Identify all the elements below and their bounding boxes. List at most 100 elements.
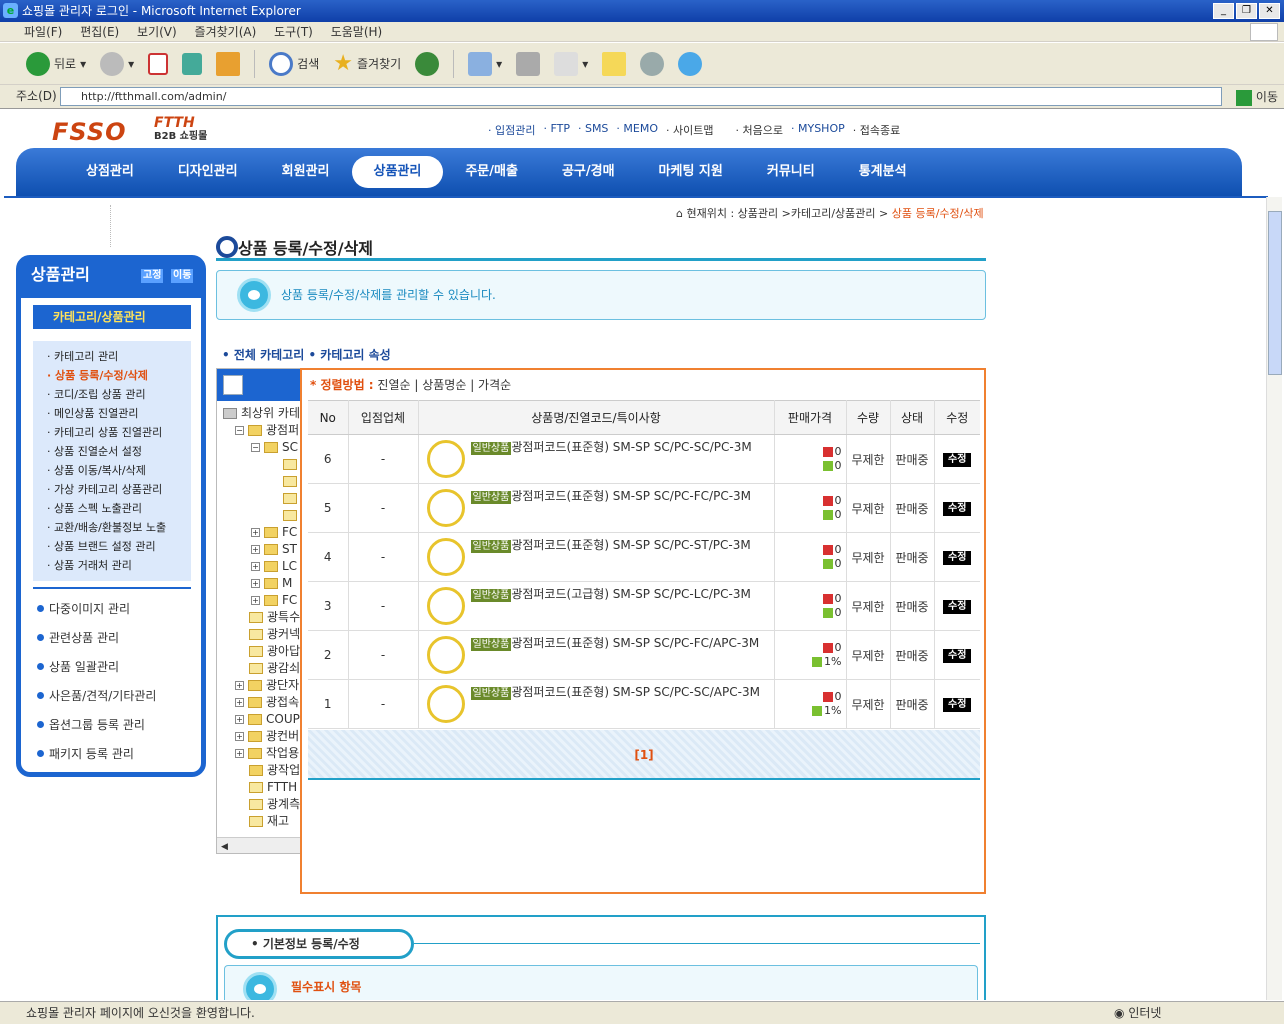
research-button[interactable] (636, 48, 668, 80)
go-button[interactable]: 이동 (1236, 86, 1278, 108)
nav-product[interactable]: 상품관리 (351, 156, 444, 188)
tree-node[interactable]: − 광점퍼 (223, 422, 305, 439)
tree-node[interactable]: 광특수 (223, 609, 305, 626)
menu-help[interactable]: 도움말(H) (331, 25, 383, 39)
nav-stats[interactable]: 통계분석 (837, 156, 929, 188)
search-button[interactable]: 검색 (265, 48, 323, 80)
menu-favorites[interactable]: 즐겨찾기(A) (195, 25, 257, 39)
product-thumbnail[interactable] (426, 685, 465, 723)
product-thumbnail[interactable] (426, 538, 465, 576)
fix-button[interactable]: 고정 (141, 269, 164, 283)
tree-node[interactable]: 광작업 (223, 762, 305, 779)
page-vscrollbar[interactable] (1266, 197, 1282, 1000)
menu-file[interactable]: 파일(F) (24, 25, 62, 39)
forward-button[interactable]: ▾ (96, 48, 138, 80)
stop-button[interactable] (144, 48, 172, 80)
link-logout[interactable]: · 접속종료 (853, 122, 900, 138)
tree-node[interactable]: + 작업용 (223, 745, 305, 762)
sidebar-item-supplier[interactable]: · 상품 거래처 관리 (33, 556, 191, 575)
tree-hscrollbar[interactable]: ◀ (217, 837, 305, 853)
refresh-button[interactable] (178, 48, 206, 80)
tree-node[interactable]: + 광컨버 (223, 728, 305, 745)
edit-button[interactable]: 수정 (943, 551, 972, 565)
menu-batch[interactable]: 상품 일괄관리 (21, 653, 201, 682)
menu-related[interactable]: 관련상품 관리 (21, 624, 201, 653)
product-name[interactable]: 광점퍼코드(표준형) SM-SP SC/PC-ST/PC-3M (511, 538, 750, 552)
tree-leaf[interactable] (223, 490, 305, 507)
tree-node[interactable]: + COUP (223, 711, 305, 728)
edit-button[interactable]: ▾ (550, 48, 592, 80)
nav-community[interactable]: 커뮤니티 (745, 156, 837, 188)
home-button[interactable] (212, 48, 244, 80)
menu-tools[interactable]: 도구(T) (274, 25, 313, 39)
tree-node[interactable]: + FC (223, 592, 305, 609)
minimize-button[interactable]: _ (1213, 3, 1234, 19)
site-logo[interactable]: FSSO (52, 118, 127, 146)
tree-node[interactable]: + ST (223, 541, 305, 558)
edit-button[interactable]: 수정 (943, 502, 972, 516)
nav-order[interactable]: 주문/매출 (443, 156, 540, 188)
tree-node[interactable]: 광아답 (223, 643, 305, 660)
tree-node[interactable]: 최상위 카테 (223, 405, 305, 422)
page-link-1[interactable]: [1] (634, 748, 653, 762)
nav-group[interactable]: 공구/경매 (540, 156, 637, 188)
sidebar-item-exchange[interactable]: · 교환/배송/환불정보 노출 (33, 518, 191, 537)
sidebar-item-category-display[interactable]: · 카테고리 상품 진열관리 (33, 423, 191, 442)
link-vendor[interactable]: · 입점관리 (488, 122, 535, 138)
tree-node[interactable]: + 광단자 (223, 677, 305, 694)
product-thumbnail[interactable] (426, 636, 465, 674)
messenger-button[interactable] (674, 48, 706, 80)
product-name[interactable]: 광점퍼코드(표준형) SM-SP SC/PC-SC/APC-3M (511, 685, 760, 699)
tree-leaf[interactable] (223, 507, 305, 524)
print-button[interactable] (512, 48, 544, 80)
product-name[interactable]: 광점퍼코드(고급형) SM-SP SC/PC-LC/PC-3M (511, 587, 751, 601)
sidebar-item-category[interactable]: · 카테고리 관리 (33, 347, 191, 366)
product-thumbnail[interactable] (426, 440, 465, 478)
tree-leaf[interactable] (223, 456, 305, 473)
menu-multi-image[interactable]: 다중이미지 관리 (21, 595, 201, 624)
link-sitemap[interactable]: · 사이트맵 (666, 122, 713, 138)
sidebar-item-virtual[interactable]: · 가상 카테고리 상품관리 (33, 480, 191, 499)
menu-edit[interactable]: 편집(E) (80, 25, 119, 39)
back-button[interactable]: 뒤로 ▾ (22, 48, 90, 80)
product-thumbnail[interactable] (426, 587, 465, 625)
category-links[interactable]: • 전체 카테고리 • 카테고리 속성 (222, 346, 391, 363)
sidebar-item-brand[interactable]: · 상품 브랜드 설정 관리 (33, 537, 191, 556)
sidebar-item-spec[interactable]: · 상품 스펙 노출관리 (33, 499, 191, 518)
discuss-button[interactable] (598, 48, 630, 80)
scroll-thumb[interactable] (1268, 211, 1282, 375)
link-myshop[interactable]: · MYSHOP (791, 122, 845, 138)
product-name[interactable]: 광점퍼코드(표준형) SM-SP SC/PC-SC/PC-3M (511, 440, 751, 454)
move-button[interactable]: 이동 (171, 269, 194, 283)
product-thumbnail[interactable] (426, 489, 465, 527)
tree-leaf[interactable] (223, 473, 305, 490)
menu-package[interactable]: 패키지 등록 관리 (21, 740, 201, 769)
sidebar-item-main-display[interactable]: · 메인상품 진열관리 (33, 404, 191, 423)
tree-node[interactable]: 재고 (223, 813, 305, 830)
sidebar-item-product-edit[interactable]: · 상품 등록/수정/삭제 (33, 366, 191, 385)
tree-node[interactable]: + M (223, 575, 305, 592)
restore-button[interactable]: ❐ (1236, 3, 1257, 19)
link-ftp[interactable]: · FTP (543, 122, 569, 138)
history-button[interactable] (411, 48, 443, 80)
edit-button[interactable]: 수정 (943, 649, 972, 663)
nav-marketing[interactable]: 마케팅 지원 (637, 156, 745, 188)
tree-node[interactable]: 광감쇠 (223, 660, 305, 677)
tree-node[interactable]: − SC (223, 439, 305, 456)
nav-member[interactable]: 회원관리 (260, 156, 352, 188)
edit-button[interactable]: 수정 (943, 453, 972, 467)
tree-node[interactable]: + LC (223, 558, 305, 575)
mail-button[interactable]: ▾ (464, 48, 506, 80)
address-input[interactable]: http://ftthmall.com/admin/ (60, 87, 1222, 106)
sidebar-item-codi[interactable]: · 코디/조립 상품 관리 (33, 385, 191, 404)
favorites-button[interactable]: ★ 즐겨찾기 (329, 48, 405, 80)
nav-store[interactable]: 상점관리 (64, 156, 156, 188)
menu-option-group[interactable]: 옵션그룹 등록 관리 (21, 711, 201, 740)
sidebar-item-display-order[interactable]: · 상품 진열순서 설정 (33, 442, 191, 461)
menu-gift[interactable]: 사은품/견적/기타관리 (21, 682, 201, 711)
sidebar-item-move-copy[interactable]: · 상품 이동/복사/삭제 (33, 461, 191, 480)
product-name[interactable]: 광점퍼코드(표준형) SM-SP SC/PC-FC/PC-3M (511, 489, 751, 503)
sidebar-subtitle[interactable]: 카테고리/상품관리 (33, 305, 191, 329)
link-home[interactable]: · 처음으로 (736, 122, 783, 138)
product-name[interactable]: 광점퍼코드(표준형) SM-SP SC/PC-FC/APC-3M (511, 636, 759, 650)
